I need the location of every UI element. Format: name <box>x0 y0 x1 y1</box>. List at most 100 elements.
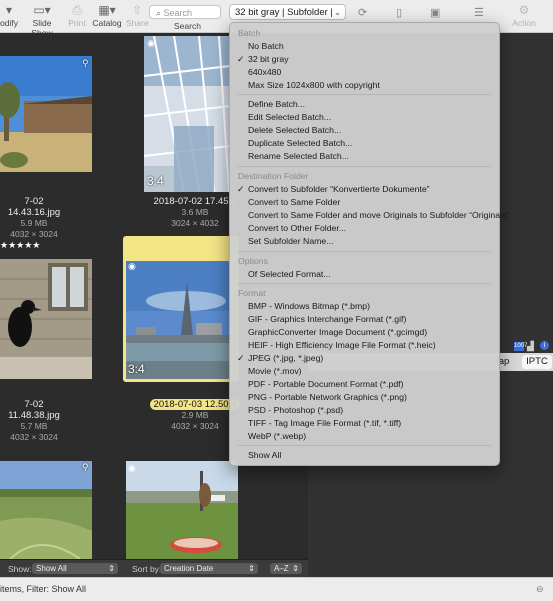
updown-icon: ⇕ <box>248 564 255 573</box>
thumbnail-1-caption: 7-02 14.43.16.jpg 5.9 MB 4032 × 3024 ★★★… <box>0 196 68 251</box>
menu-item-format-pdf[interactable]: PDF - Portable Document Format (*.pdf) <box>248 378 403 390</box>
file-size: 3.6 MB <box>181 207 209 217</box>
badge-icon[interactable]: 1007 <box>514 342 527 351</box>
sort-order-select[interactable]: A–Z ⇕ <box>270 563 302 574</box>
menu-item-define-batch[interactable]: Define Batch... <box>248 98 305 110</box>
thumbnail-4-caption: 2018-07-03 12.50.4 2.9 MB 4032 × 3024 <box>150 399 240 432</box>
checkmark-icon: ✓ <box>237 54 245 64</box>
file-size: 5.7 MB <box>20 421 48 431</box>
menu-item-set-subfolder-name[interactable]: Set Subfolder Name... <box>248 235 333 247</box>
thumbnail-3-image <box>0 259 92 379</box>
action-button[interactable]: ⚙ Action <box>510 3 538 28</box>
menu-item-convert-same-folder[interactable]: Convert to Same Folder <box>248 196 340 208</box>
file-name: 7-02 14.43.16.jpg <box>7 196 61 218</box>
menu-item-no-batch[interactable]: No Batch <box>248 40 284 52</box>
menu-header-destination: Destination Folder <box>238 171 309 181</box>
menu-item-of-selected-format[interactable]: Of Selected Format... <box>248 268 331 280</box>
menu-item-format-jpeg[interactable]: JPEG (*.jpg, *.jpeg) <box>248 352 323 364</box>
print-button[interactable]: ⎙ Print <box>66 3 88 28</box>
menu-item-format-psd[interactable]: PSD - Photoshop (*.psd) <box>248 404 343 416</box>
thumbnail-5-image <box>0 461 92 559</box>
menu-separator <box>238 166 491 167</box>
file-size: 5.9 MB <box>20 218 48 228</box>
catalog-grid-icon: ▦▾ <box>98 3 116 17</box>
menu-separator <box>238 94 491 95</box>
menu-item-format-png[interactable]: PNG - Portable Network Graphics (*.png) <box>248 391 407 403</box>
updown-icon: ⇕ <box>108 564 115 573</box>
modify-button[interactable]: ▾ odify <box>0 3 18 28</box>
share-button[interactable]: ⇧ Share <box>126 3 149 28</box>
menu-item-format-gcimgd[interactable]: GraphicConverter Image Document (*.gcimg… <box>248 326 427 338</box>
chart-icon[interactable]: ▟ <box>527 341 534 352</box>
thumbnail-6[interactable]: ◉ <box>126 461 238 559</box>
thumbnail-1[interactable]: ⚲ <box>0 56 92 172</box>
search-label: Search <box>174 21 201 31</box>
file-size: 2.9 MB <box>181 410 209 420</box>
menu-item-convert-other-folder[interactable]: Convert to Other Folder... <box>248 222 346 234</box>
image-icon[interactable]: ▣ <box>430 6 440 19</box>
minus-circle-icon[interactable]: ⊖ <box>536 578 544 600</box>
menu-item-edit-batch[interactable]: Edit Selected Batch... <box>248 111 331 123</box>
search-input[interactable]: ⌕ Search <box>149 5 221 19</box>
share-icon: ⇧ <box>131 3 143 17</box>
menu-item-convert-subfolder[interactable]: Convert to Subfolder “Konvertierte Dokum… <box>248 183 430 195</box>
image-dimensions: 3024 × 4032 <box>171 218 219 228</box>
menu-item-format-tiff[interactable]: TIFF - Tag Image File Format (*.tif, *.t… <box>248 417 401 429</box>
menu-item-format-webp[interactable]: WebP (*.webp) <box>248 430 306 442</box>
document-icon[interactable]: ▯ <box>396 6 402 19</box>
sort-select[interactable]: Creation Date ⇕ <box>160 563 258 574</box>
checkmark-icon: ✓ <box>237 184 245 194</box>
tab-iptc[interactable]: IPTC <box>522 355 552 369</box>
convert-icon[interactable]: ⟳ <box>358 6 367 19</box>
camera-icon: ◉ <box>128 463 136 473</box>
thumbnail-2[interactable]: ◉ 3:4 <box>144 36 230 192</box>
thumbnail-4-selected[interactable]: ◉ 3:4 <box>123 236 239 382</box>
star-rating[interactable]: ★★★★★ <box>0 240 68 251</box>
menu-item-max-size[interactable]: Max Size 1024x800 with copyright <box>248 79 380 91</box>
menu-item-duplicate-batch[interactable]: Duplicate Selected Batch... <box>248 137 352 149</box>
menu-separator <box>238 283 491 284</box>
image-dimensions: 4032 × 3024 <box>171 421 219 431</box>
chevron-down-icon: ⌄ <box>334 8 341 17</box>
catalog-button[interactable]: ▦▾ Catalog <box>92 3 122 28</box>
thumbnail-6-image <box>126 461 238 559</box>
thumbnail-5[interactable]: ⚲ <box>0 461 92 559</box>
thumbnail-3[interactable] <box>0 259 92 379</box>
camera-icon: ◉ <box>128 261 136 271</box>
image-dimensions: 4032 × 3024 <box>10 432 58 442</box>
aspect-ratio-badge: 3:4 <box>128 362 145 376</box>
menu-item-format-gif[interactable]: GIF - Graphics Interchange Format (*.gif… <box>248 313 406 325</box>
info-icon[interactable]: i <box>540 341 549 350</box>
show-filter-select[interactable]: Show All ⇕ <box>32 563 118 574</box>
menu-item-delete-batch[interactable]: Delete Selected Batch... <box>248 124 341 136</box>
menu-item-32bit-gray[interactable]: 32 bit gray <box>248 53 289 65</box>
menu-header-options: Options <box>238 256 268 266</box>
window-statusbar: items, Filter: Show All ⊖ <box>0 577 553 601</box>
menu-header-format: Format <box>238 288 266 298</box>
batch-menu: Batch No Batch ✓ 32 bit gray 640x480 Max… <box>229 22 509 466</box>
thumbnail-2-caption: 2018-07-02 17.45.2 3.6 MB 3024 × 4032 <box>150 196 240 229</box>
checkmark-icon: ✓ <box>237 353 245 363</box>
menu-item-show-all[interactable]: Show All <box>248 449 281 461</box>
link-icon: ⚲ <box>82 462 89 472</box>
search-icon: ⌕ <box>156 8 164 18</box>
menu-item-rename-batch[interactable]: Rename Selected Batch... <box>248 150 349 162</box>
menu-item-640x480[interactable]: 640x480 <box>248 66 281 78</box>
camera-icon: ◉ <box>147 38 155 48</box>
thumbnail-2-image <box>144 36 230 192</box>
menu-item-format-movie[interactable]: Movie (*.mov) <box>248 365 302 377</box>
thumbnail-1-image <box>0 56 92 172</box>
menu-item-convert-move-originals[interactable]: Convert to Same Folder and move Original… <box>248 209 509 221</box>
menu-separator <box>238 251 491 252</box>
modify-icon: ▾ <box>5 3 13 17</box>
file-name: 7-02 11.48.38.jpg <box>8 399 60 421</box>
menu-separator <box>238 445 491 446</box>
image-dimensions: 4032 × 3024 <box>10 229 58 239</box>
printer-icon: ⎙ <box>72 3 82 17</box>
menu-item-format-heif[interactable]: HEIF - High Efficiency Image File Format… <box>248 339 436 351</box>
file-name: 2018-07-02 17.45.2 <box>153 196 237 207</box>
batch-popup-button[interactable]: 32 bit gray | Subfolder | jpg ⌄ <box>229 4 346 33</box>
menu-item-format-bmp[interactable]: BMP - Windows Bitmap (*.bmp) <box>248 300 370 312</box>
aspect-ratio-badge: 3:4 <box>147 174 164 188</box>
list-icon[interactable]: ☰ <box>474 6 484 19</box>
